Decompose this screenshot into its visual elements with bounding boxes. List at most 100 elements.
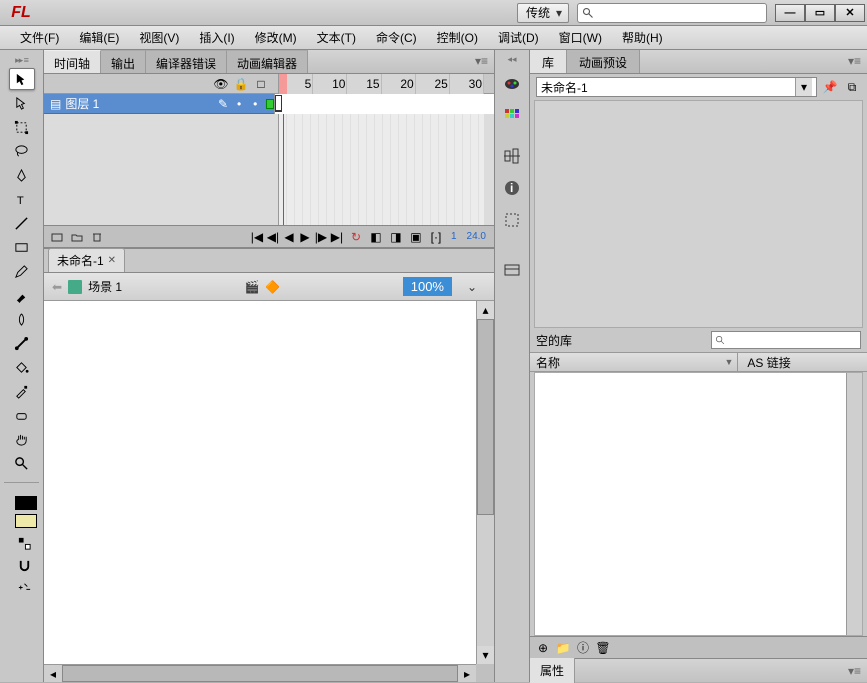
color-panel-icon[interactable]: [498, 70, 526, 98]
subselection-tool[interactable]: [9, 92, 35, 114]
outline-column-icon[interactable]: □: [254, 77, 268, 91]
menu-text[interactable]: 文本(T): [307, 26, 366, 49]
menu-file[interactable]: 文件(F): [10, 26, 69, 49]
maximize-button[interactable]: ▭: [805, 4, 835, 22]
visibility-column-icon[interactable]: 👁: [214, 77, 228, 91]
layer-row[interactable]: ▤ 图层 1 ✎ • •: [44, 94, 494, 114]
library-doc-dropdown[interactable]: 未命名-1: [536, 77, 817, 97]
play-button[interactable]: ▶: [297, 228, 313, 246]
library-col-link[interactable]: AS 链接: [747, 354, 861, 371]
library-columns[interactable]: 名称 ▼ AS 链接: [530, 352, 867, 372]
document-tab[interactable]: 未命名-1 ✕: [48, 248, 125, 272]
step-forward-button[interactable]: |▶: [313, 228, 329, 246]
minimize-button[interactable]: —: [775, 4, 805, 22]
align-panel-icon[interactable]: [498, 142, 526, 170]
menu-edit[interactable]: 编辑(E): [69, 26, 129, 49]
swatches-panel-icon[interactable]: [498, 102, 526, 130]
eraser-tool[interactable]: [9, 404, 35, 426]
fill-color-swatch[interactable]: [15, 514, 37, 528]
swap-colors[interactable]: [11, 532, 37, 554]
dock-handle-icon[interactable]: ◂◂: [507, 54, 516, 66]
tab-motion-editor[interactable]: 动画编辑器: [227, 50, 308, 73]
layer-outline-box[interactable]: [266, 99, 274, 109]
tab-motion-presets[interactable]: 动画预设: [567, 50, 640, 73]
step-back-button[interactable]: ◀|: [265, 228, 281, 246]
properties-menu-icon[interactable]: ▾≡: [842, 660, 867, 682]
search-input[interactable]: [577, 3, 767, 23]
pen-tool[interactable]: [9, 164, 35, 186]
lock-column-icon[interactable]: 🔒: [234, 77, 248, 91]
stage-canvas[interactable]: [44, 301, 476, 664]
menu-help[interactable]: 帮助(H): [612, 26, 673, 49]
workspace-dropdown[interactable]: 传统: [517, 3, 569, 23]
brush-tool[interactable]: [9, 284, 35, 306]
layer-frames[interactable]: [274, 94, 494, 114]
new-folder-button[interactable]: [68, 228, 86, 246]
marker-button[interactable]: [·]: [427, 228, 445, 246]
line-tool[interactable]: [9, 212, 35, 234]
goto-last-button[interactable]: ▶|: [329, 228, 345, 246]
menu-insert[interactable]: 插入(I): [189, 26, 244, 49]
close-button[interactable]: ✕: [835, 4, 865, 22]
bone-tool[interactable]: [9, 332, 35, 354]
layer-lock-dot[interactable]: •: [250, 97, 260, 111]
info-panel-icon[interactable]: i: [498, 174, 526, 202]
paint-bucket-tool[interactable]: [9, 356, 35, 378]
tab-library[interactable]: 库: [530, 50, 567, 73]
edit-scene-icon[interactable]: 🎬: [244, 280, 259, 294]
panel-menu-icon[interactable]: ▾≡: [842, 50, 867, 73]
properties-button[interactable]: ⓘ: [574, 639, 592, 657]
library-list[interactable]: [534, 372, 863, 636]
menu-debug[interactable]: 调试(D): [488, 26, 549, 49]
pencil-tool[interactable]: [9, 260, 35, 282]
library-col-name[interactable]: 名称: [536, 354, 725, 371]
menu-modify[interactable]: 修改(M): [245, 26, 307, 49]
new-layer-button[interactable]: [48, 228, 66, 246]
selection-tool[interactable]: [9, 68, 35, 90]
hand-tool[interactable]: [9, 428, 35, 450]
onion-skin-button[interactable]: ◧: [367, 228, 385, 246]
onion-outline-button[interactable]: ◨: [387, 228, 405, 246]
playhead[interactable]: [279, 74, 287, 94]
zoom-dropdown-icon[interactable]: ⌄: [458, 280, 486, 294]
tab-compiler-errors[interactable]: 编译器错误: [146, 50, 227, 73]
menu-view[interactable]: 视图(V): [129, 26, 189, 49]
stroke-color-swatch[interactable]: [15, 496, 37, 510]
tool-options[interactable]: [11, 576, 37, 598]
snap-tool[interactable]: [11, 554, 37, 576]
menu-commands[interactable]: 命令(C): [366, 26, 427, 49]
edit-multiple-button[interactable]: ▣: [407, 228, 425, 246]
goto-first-button[interactable]: |◀: [249, 228, 265, 246]
free-transform-tool[interactable]: [9, 116, 35, 138]
play-back-button[interactable]: ◀: [281, 228, 297, 246]
timeline-ruler[interactable]: 1 5 10 15 20 25 30: [278, 74, 484, 94]
lasso-tool[interactable]: [9, 140, 35, 162]
menu-window[interactable]: 窗口(W): [549, 26, 612, 49]
tab-timeline[interactable]: 时间轴: [44, 50, 101, 73]
delete-item-button[interactable]: 🗑: [594, 639, 612, 657]
library-search-input[interactable]: [711, 331, 861, 349]
zoom-value[interactable]: 100%: [403, 277, 452, 296]
edit-symbol-icon[interactable]: 🔶: [265, 280, 280, 294]
tab-output[interactable]: 输出: [101, 50, 146, 73]
pin-library-icon[interactable]: 📌: [821, 78, 839, 96]
new-folder-lib-button[interactable]: 📁: [554, 639, 572, 657]
zoom-tool[interactable]: [9, 452, 35, 474]
new-symbol-button[interactable]: ⊕: [534, 639, 552, 657]
text-tool[interactable]: T: [9, 188, 35, 210]
library-vscrollbar[interactable]: [846, 373, 862, 635]
close-tab-icon[interactable]: ✕: [108, 255, 116, 266]
layer-visible-dot[interactable]: •: [234, 97, 244, 111]
deco-tool[interactable]: [9, 308, 35, 330]
rectangle-tool[interactable]: [9, 236, 35, 258]
project-panel-icon[interactable]: [498, 256, 526, 284]
panel-options-icon[interactable]: ▾≡: [469, 50, 494, 73]
loop-button[interactable]: ↻: [347, 228, 365, 246]
stage-hscrollbar[interactable]: ◂▸: [44, 664, 476, 682]
menu-control[interactable]: 控制(O): [427, 26, 488, 49]
panel-handle-icon[interactable]: ▸▸ ≡: [0, 54, 43, 66]
back-icon[interactable]: ⬅: [52, 280, 62, 294]
delete-layer-button[interactable]: [88, 228, 106, 246]
stage-vscrollbar[interactable]: ▴▾: [476, 301, 494, 664]
new-library-icon[interactable]: ⧉: [843, 78, 861, 96]
